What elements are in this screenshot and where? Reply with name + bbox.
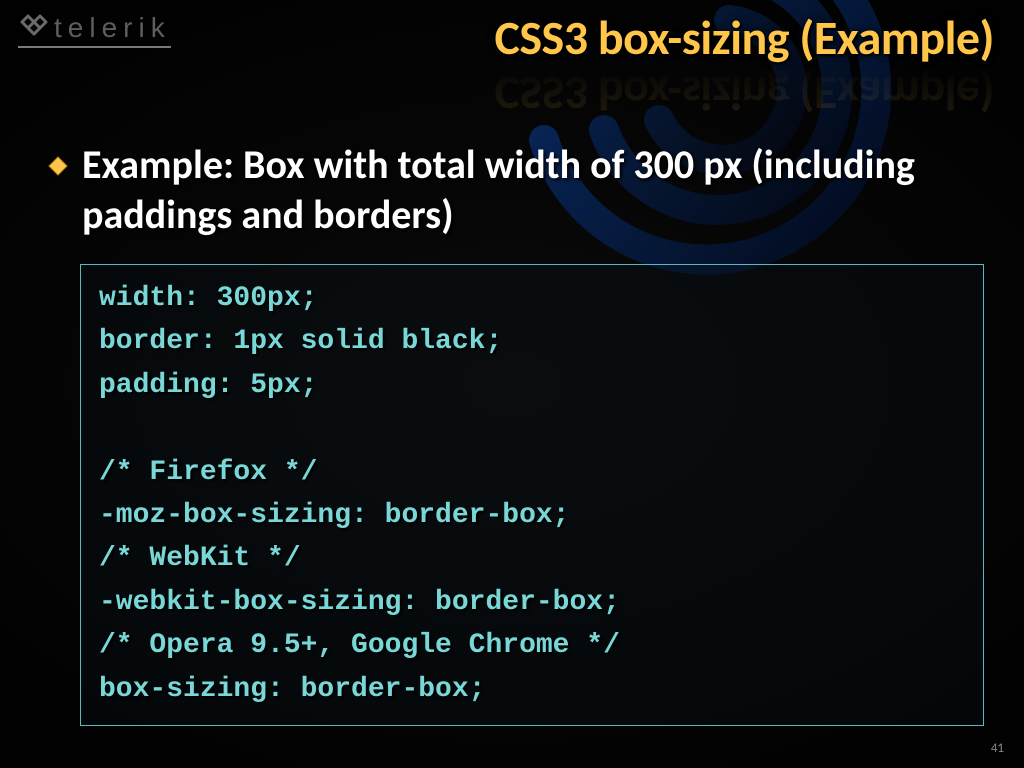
bullet-text: Example: Box with total width of 300 px …	[82, 140, 984, 240]
slide-title-reflection: CSS3 box-sizing (Example)	[494, 64, 994, 123]
page-number: 41	[991, 741, 1004, 756]
code-block: width: 300px; border: 1px solid black; p…	[80, 264, 984, 726]
diamond-bullet-icon	[48, 156, 68, 176]
content-area: Example: Box with total width of 300 px …	[48, 140, 984, 726]
slide-title: CSS3 box-sizing (Example)	[0, 8, 994, 67]
bullet-item: Example: Box with total width of 300 px …	[48, 140, 984, 240]
slide: telerik CSS3 box-sizing (Example) CSS3 b…	[0, 0, 1024, 768]
